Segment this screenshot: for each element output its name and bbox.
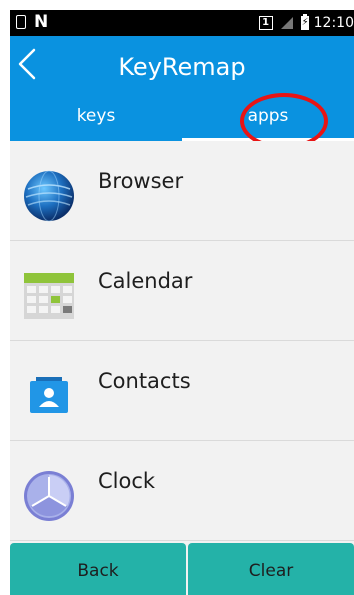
signal-icon: [280, 17, 293, 29]
tab-keys[interactable]: keys: [10, 106, 182, 126]
status-right: 1 ⚡ 12:10: [258, 14, 354, 32]
clock-icon: [24, 471, 74, 521]
app-label-browser: Browser: [98, 169, 184, 193]
clear-button[interactable]: Clear: [188, 543, 354, 595]
sim-card-icon: [16, 15, 26, 29]
status-bar: N 1 ⚡ 12:10: [10, 10, 354, 36]
app-label-calendar: Calendar: [98, 269, 193, 293]
app-list: Browser Calendar Contacts Clock: [10, 141, 354, 541]
calendar-icon: [24, 273, 74, 319]
screen: N 1 ⚡ 12:10 KeyRemap keys apps Browser C…: [10, 10, 354, 595]
back-button[interactable]: Back: [10, 543, 186, 595]
sim1-icon: 1: [258, 16, 273, 30]
status-time: 12:10: [313, 15, 354, 31]
list-item-clock[interactable]: Clock: [10, 441, 354, 541]
app-label-clock: Clock: [98, 469, 156, 493]
page-title: KeyRemap: [118, 53, 246, 81]
contacts-icon: [30, 377, 68, 413]
list-item-calendar[interactable]: Calendar: [10, 241, 354, 341]
bottom-bar: Back Clear: [10, 543, 354, 595]
list-item-contacts[interactable]: Contacts: [10, 341, 354, 441]
nfc-icon: N: [34, 12, 49, 32]
app-label-contacts: Contacts: [98, 369, 191, 393]
battery-charging-icon: ⚡: [300, 14, 309, 30]
list-item-browser[interactable]: Browser: [10, 141, 354, 241]
browser-icon: [24, 170, 74, 222]
